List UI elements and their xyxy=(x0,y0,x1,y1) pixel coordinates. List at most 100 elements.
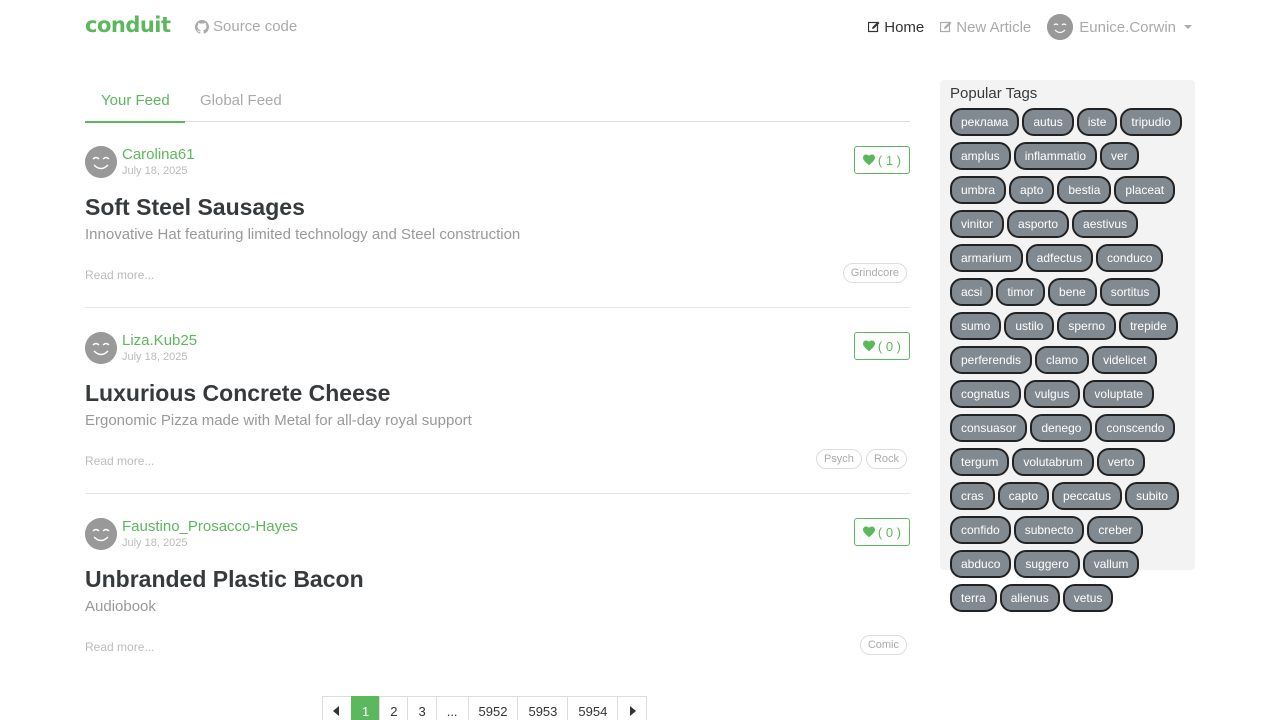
popular-tag[interactable]: ustilo xyxy=(1004,312,1055,340)
article-title[interactable]: Luxurious Concrete Cheese xyxy=(85,380,390,407)
popular-tag[interactable]: sumo xyxy=(950,312,1002,340)
article-tag[interactable]: Grindcore xyxy=(842,263,907,283)
article-tag[interactable]: Psych xyxy=(815,449,862,469)
popular-tag[interactable]: alienus xyxy=(999,584,1060,612)
page-link[interactable]: ... xyxy=(435,696,469,720)
article-author[interactable]: Carolina61 xyxy=(122,146,195,163)
popular-tag[interactable]: sperno xyxy=(1057,312,1117,340)
popular-tag[interactable]: acsi xyxy=(950,278,994,306)
popular-tag[interactable]: tergum xyxy=(950,448,1010,476)
popular-tag[interactable]: clamo xyxy=(1035,346,1090,374)
page-prev-button[interactable] xyxy=(322,696,352,720)
popular-tag[interactable]: abduco xyxy=(950,550,1012,578)
source-code-link[interactable]: Source code xyxy=(195,18,297,35)
popular-tag[interactable]: vetus xyxy=(1062,584,1114,612)
popular-tag[interactable]: creber xyxy=(1087,516,1144,544)
popular-tag[interactable]: реклама xyxy=(950,108,1020,136)
avatar xyxy=(1047,14,1074,40)
feed-toggle: Your Feed Global Feed xyxy=(85,80,910,123)
popular-tag[interactable]: umbra xyxy=(950,176,1007,204)
page-link[interactable]: 5952 xyxy=(467,696,519,720)
popular-tag[interactable]: conscendo xyxy=(1095,414,1176,442)
popular-tag[interactable]: bene xyxy=(1048,278,1097,306)
read-more-link[interactable]: Read more... xyxy=(85,640,154,654)
caret-left-icon xyxy=(333,706,339,716)
popular-tag[interactable]: armarium xyxy=(950,244,1023,272)
popular-tag[interactable]: conduco xyxy=(1096,244,1164,272)
heart-icon xyxy=(862,526,875,538)
page-link[interactable]: 5954 xyxy=(567,696,619,720)
article-date: July 18, 2025 xyxy=(122,165,188,177)
read-more-link[interactable]: Read more... xyxy=(85,454,154,468)
popular-tag[interactable]: sortitus xyxy=(1099,278,1161,306)
popular-tag[interactable]: verto xyxy=(1096,448,1146,476)
popular-tag[interactable]: subito xyxy=(1125,482,1180,510)
page-next-button[interactable] xyxy=(617,696,648,720)
popular-tag[interactable]: tripudio xyxy=(1120,108,1182,136)
popular-tag[interactable]: subnecto xyxy=(1013,516,1085,544)
popular-tag[interactable]: vallum xyxy=(1082,550,1140,578)
nav-home-label: Home xyxy=(884,18,925,36)
article-title[interactable]: Soft Steel Sausages xyxy=(85,194,305,221)
popular-tag[interactable]: capto xyxy=(997,482,1050,510)
favorite-button[interactable]: ( 0 ) xyxy=(853,332,910,360)
edit-icon xyxy=(868,21,880,33)
popular-tag[interactable]: ver xyxy=(1100,142,1139,170)
brand-logo[interactable]: conduit xyxy=(85,13,171,37)
edit-icon xyxy=(940,21,952,33)
github-icon xyxy=(195,19,209,34)
article-tag[interactable]: Rock xyxy=(865,449,907,469)
avatar[interactable] xyxy=(85,518,117,550)
article-author[interactable]: Liza.Kub25 xyxy=(122,332,197,349)
popular-tag[interactable]: cras xyxy=(950,482,995,510)
favorite-count: ( 0 ) xyxy=(877,524,901,540)
popular-tag[interactable]: voluptate xyxy=(1083,380,1155,408)
popular-tag[interactable]: denego xyxy=(1030,414,1093,442)
popular-tag[interactable]: timor xyxy=(996,278,1046,306)
popular-tag[interactable]: vulgus xyxy=(1023,380,1081,408)
popular-tag[interactable]: autus xyxy=(1022,108,1074,136)
read-more-link[interactable]: Read more... xyxy=(85,268,154,282)
nav-links: Home New Article Eunice.Corwin xyxy=(868,14,1192,40)
favorite-button[interactable]: ( 0 ) xyxy=(853,518,910,546)
nav-home[interactable]: Home xyxy=(868,19,924,36)
article-preview: Liza.Kub25 July 18, 2025 ( 0 ) Luxurious… xyxy=(85,308,910,494)
popular-tag[interactable]: trepide xyxy=(1119,312,1178,340)
popular-tag[interactable]: inflammatio xyxy=(1013,142,1098,170)
popular-tag[interactable]: cognatus xyxy=(950,380,1021,408)
popular-tag[interactable]: iste xyxy=(1076,108,1118,136)
popular-tag[interactable]: aestivus xyxy=(1072,210,1139,238)
popular-tag[interactable]: vinitor xyxy=(950,210,1005,238)
popular-tag[interactable]: confido xyxy=(950,516,1011,544)
page-link[interactable]: 3 xyxy=(407,696,437,720)
article-author[interactable]: Faustino_Prosacco-Hayes xyxy=(122,518,298,535)
tab-global-feed[interactable]: Global Feed xyxy=(200,92,282,121)
tab-your-feed[interactable]: Your Feed xyxy=(85,92,185,123)
article-title[interactable]: Unbranded Plastic Bacon xyxy=(85,566,364,593)
avatar[interactable] xyxy=(85,146,117,178)
popular-tag[interactable]: volutabrum xyxy=(1012,448,1094,476)
popular-tag[interactable]: apto xyxy=(1009,176,1055,204)
popular-tag[interactable]: amplus xyxy=(950,142,1011,170)
avatar[interactable] xyxy=(85,332,117,364)
user-menu[interactable]: Eunice.Corwin xyxy=(1047,14,1192,40)
article-tag[interactable]: Comic xyxy=(859,635,907,655)
page-link[interactable]: 2 xyxy=(379,696,409,720)
popular-tag[interactable]: consuasor xyxy=(950,414,1028,442)
favorite-button[interactable]: ( 1 ) xyxy=(853,146,910,174)
page-link[interactable]: 5953 xyxy=(517,696,569,720)
popular-tag[interactable]: asporto xyxy=(1007,210,1070,238)
popular-tag[interactable]: adfectus xyxy=(1025,244,1094,272)
popular-tag[interactable]: bestia xyxy=(1057,176,1112,204)
popular-tag[interactable]: suggero xyxy=(1014,550,1080,578)
article-description: Ergonomic Pizza made with Metal for all-… xyxy=(85,412,472,429)
popular-tag[interactable]: perferendis xyxy=(950,346,1033,374)
article-description: Audiobook xyxy=(85,598,156,615)
popular-tag[interactable]: videlicet xyxy=(1092,346,1158,374)
popular-tag[interactable]: peccatus xyxy=(1052,482,1123,510)
heart-icon xyxy=(862,340,875,352)
popular-tag[interactable]: placeat xyxy=(1114,176,1176,204)
popular-tag[interactable]: terra xyxy=(950,584,997,612)
nav-new-article[interactable]: New Article xyxy=(940,19,1031,36)
page-link[interactable]: 1 xyxy=(351,696,381,720)
